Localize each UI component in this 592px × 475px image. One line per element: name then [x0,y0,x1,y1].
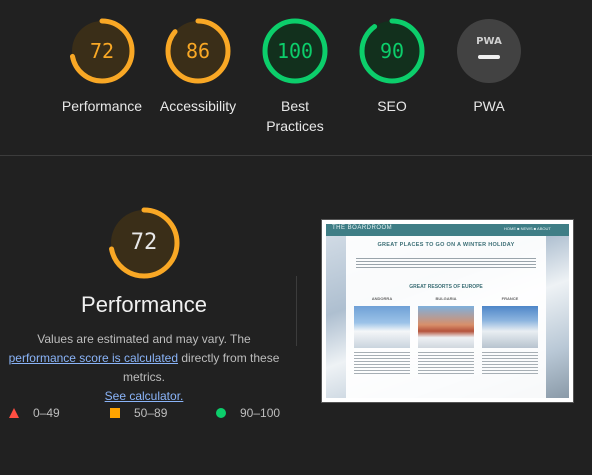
screenshot-paragraph [356,258,536,268]
section-divider [0,155,592,156]
screenshot-brand: THE BOARDROOM [332,225,393,231]
gauge-ring: 72 [69,18,135,84]
gauge-score: 100 [276,39,314,63]
legend-range: 90–100 [240,406,281,420]
category-scores: 72 Performance 86 Accessibility 100 Best… [0,0,592,155]
screenshot-heading: GREAT PLACES TO GO ON A WINTER HOLIDAY [377,242,515,248]
square-icon [110,408,120,418]
see-calculator-link[interactable]: See calculator. [105,389,184,403]
gauge-label: Best Practices [266,98,324,134]
screenshot-column-title: ANDORRA [371,296,393,301]
page-screenshot-thumbnail[interactable]: THE BOARDROOM HOME ■ NEWS ■ ABOUT GREAT … [322,220,573,402]
screenshot-column-text [482,352,538,374]
gauge-ring: PWA [456,18,522,84]
performance-title: Performance [81,292,207,317]
performance-gauge: 72 [108,207,180,279]
pwa-icon: PWA [457,19,521,83]
screenshot-subheading: GREAT RESORTS OF EUROPE [409,284,483,290]
screenshot-column-text [418,352,474,374]
screenshot-image [482,306,538,348]
performance-score: 72 [130,230,158,255]
circle-icon [216,408,226,418]
gauge-performance[interactable]: 72 Performance [54,18,150,116]
legend-range: 0–49 [33,406,60,420]
vertical-divider [296,276,297,346]
svg-text:PWA: PWA [476,36,502,47]
screenshot-column-title: BULGARIA [435,296,457,301]
gauge-score: 86 [185,39,211,63]
gauge-seo[interactable]: 90 SEO [344,18,440,116]
legend-range: 50–89 [134,406,168,420]
gauge-ring: 100 [262,18,328,84]
screenshot-image [354,306,410,348]
screenshot-column-title: FRANCE [501,296,519,301]
gauge-label: Accessibility [159,98,237,114]
gauge-label: Performance [61,98,143,114]
gauge-label: PWA [473,98,505,114]
gauge-best-practices[interactable]: 100 Best Practices [247,18,343,136]
performance-score-link[interactable]: performance score is calculated [9,351,178,365]
gauge-label: SEO [377,98,407,114]
gauge-pwa[interactable]: PWA PWA [441,18,537,116]
gauge-ring: 86 [165,18,231,84]
description-text: Values are estimated and may vary. The [37,332,251,346]
gauge-score: 90 [379,39,405,63]
screenshot-content: GREAT PLACES TO GO ON A WINTER HOLIDAY G… [346,236,546,398]
performance-description: Values are estimated and may vary. The p… [0,330,288,406]
screenshot-nav: HOME ■ NEWS ■ ABOUT [504,226,551,231]
gauge-score: 72 [89,39,115,63]
screenshot-column-text [354,352,410,374]
gauge-accessibility[interactable]: 86 Accessibility [150,18,246,116]
gauge-ring: 90 [359,18,425,84]
triangle-icon [9,408,19,418]
screenshot-image [418,306,474,348]
